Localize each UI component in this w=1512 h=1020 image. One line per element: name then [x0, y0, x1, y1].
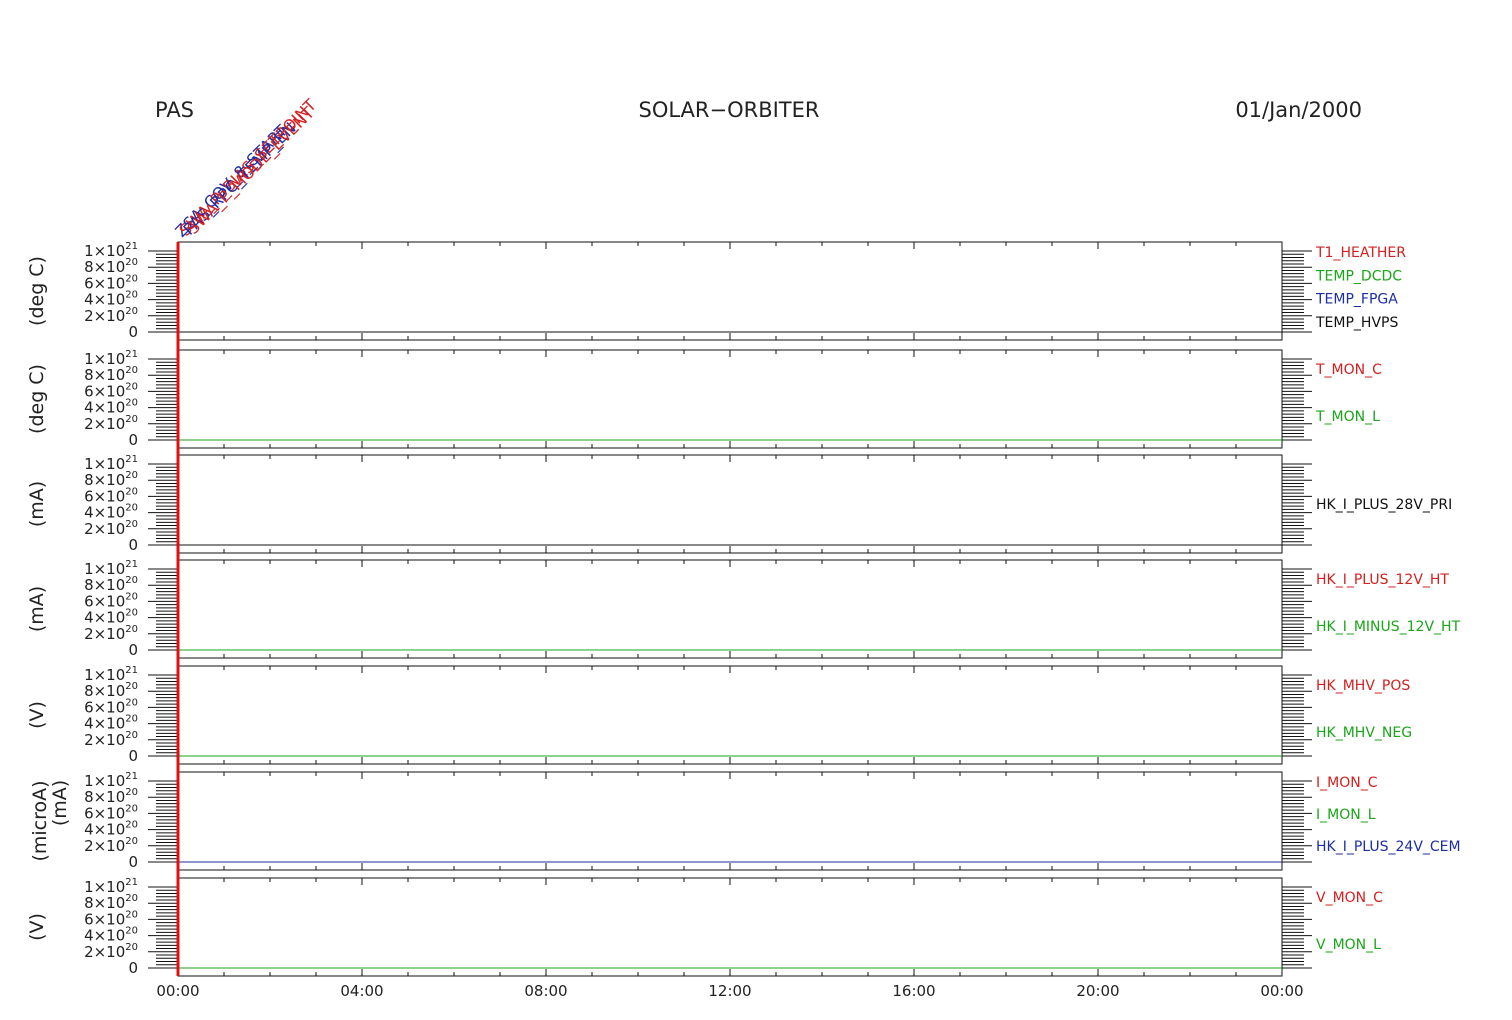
legend-t_mon_c: T_MON_C: [1315, 362, 1382, 378]
y-tick-label: 0: [128, 853, 138, 871]
header-mission: SOLAR−ORBITER: [638, 98, 819, 122]
legend-hk_i_minus_12v_ht: HK_I_MINUS_12V_HT: [1316, 619, 1461, 635]
legend-temp_dcdc: TEMP_DCDC: [1315, 268, 1402, 284]
x-tick-label: 12:00: [708, 982, 751, 1000]
legend-t_mon_l: T_MON_L: [1315, 409, 1380, 425]
y-axis-label: (mA): [26, 586, 48, 632]
x-tick-label: 04:00: [340, 982, 383, 1000]
x-tick-label: 20:00: [1076, 982, 1119, 1000]
y-tick-label: 0: [128, 959, 138, 977]
legend-v_mon_l: V_MON_L: [1316, 937, 1381, 953]
header-date: 01/Jan/2000: [1235, 98, 1362, 122]
y-tick-label: 0: [128, 536, 138, 554]
legend-hk_mhv_pos: HK_MHV_POS: [1316, 678, 1410, 694]
legend-hk_i_plus_28v_pri: HK_I_PLUS_28V_PRI: [1316, 497, 1452, 513]
legend-temp_fpga: TEMP_FPGA: [1315, 292, 1398, 308]
header-instrument: PAS: [155, 98, 194, 122]
y-tick-label: 0: [128, 641, 138, 659]
y-tick-label: 0: [128, 747, 138, 765]
y-tick-label: 0: [128, 323, 138, 341]
y-axis-label: (V): [26, 913, 48, 941]
housekeeping-timeseries-chart: PAS SOLAR−ORBITER 01/Jan/2000 02×10204×1…: [0, 0, 1512, 1020]
y-tick-label: 0: [128, 431, 138, 449]
legend-i_mon_c: I_MON_C: [1316, 775, 1378, 791]
legend-v_mon_c: V_MON_C: [1316, 890, 1383, 906]
legend-hk_i_plus_12v_ht: HK_I_PLUS_12V_HT: [1316, 572, 1449, 588]
x-tick-label: 00:00: [1260, 982, 1303, 1000]
y-axis-label: (mA): [26, 481, 48, 527]
y-axis-label: (V): [26, 701, 48, 729]
x-tick-label: 08:00: [524, 982, 567, 1000]
chart-background: [0, 0, 1512, 1020]
legend-i_mon_l: I_MON_L: [1316, 807, 1376, 823]
legend-hk_i_plus_24v_cem: HK_I_PLUS_24V_CEM: [1316, 839, 1461, 855]
y-axis-label: (microA): [29, 780, 51, 861]
legend-t1_heather: T1_HEATHER: [1315, 245, 1406, 261]
legend-temp_hvps: TEMP_HVPS: [1315, 315, 1398, 331]
x-tick-label: 00:00: [156, 982, 199, 1000]
y-axis-label-secondary: (mA): [49, 780, 71, 826]
x-tick-label: 16:00: [892, 982, 935, 1000]
y-axis-label: (deg C): [26, 364, 48, 434]
y-axis-label: (deg C): [26, 256, 48, 326]
legend-hk_mhv_neg: HK_MHV_NEG: [1316, 725, 1412, 741]
